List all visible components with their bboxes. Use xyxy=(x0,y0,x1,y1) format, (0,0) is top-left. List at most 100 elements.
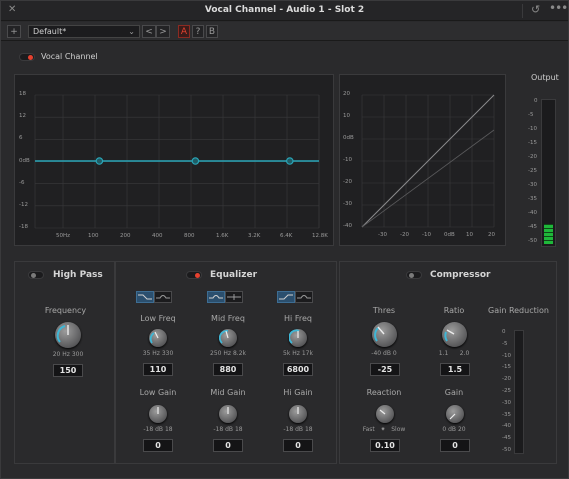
hi-bell-filter-button[interactable] xyxy=(295,291,313,303)
output-meter-tick: -40 xyxy=(528,210,537,216)
eq-y-tick: -18 xyxy=(19,224,28,230)
output-meter-tick: -15 xyxy=(528,140,537,146)
hi-gain-value[interactable]: 0 xyxy=(283,439,313,452)
compare-a-button[interactable]: A xyxy=(178,25,190,38)
ratio-range: 1.1 2.0 xyxy=(438,350,470,357)
frequency-range: 20 Hz 300 xyxy=(52,351,84,358)
low-freq-value[interactable]: 110 xyxy=(143,363,173,376)
high-pass-toggle[interactable] xyxy=(28,271,44,279)
equalizer-title: Equalizer xyxy=(210,270,258,280)
eq-x-tick: 50Hz xyxy=(56,233,71,239)
comp-x-tick: 0dB xyxy=(444,232,455,238)
gain-knob[interactable] xyxy=(446,405,464,423)
output-meter-tick: -10 xyxy=(528,126,537,132)
eq-y-tick: 0dB xyxy=(19,157,30,164)
prev-preset-button[interactable]: < xyxy=(142,25,156,38)
low-freq-knob[interactable] xyxy=(149,329,167,347)
frequency-value[interactable]: 150 xyxy=(53,364,83,377)
thres-label: Thres xyxy=(372,306,396,315)
preset-name: Default* xyxy=(33,27,67,36)
preset-dropdown[interactable]: Default* ⌄ xyxy=(28,25,140,38)
compare-b-button[interactable]: B xyxy=(206,25,218,38)
gain-reduction-tick: -30 xyxy=(502,399,511,406)
mid-bell-filter-button[interactable] xyxy=(207,291,225,303)
eq-x-tick: 3.2K xyxy=(248,233,261,239)
reaction-knob[interactable] xyxy=(376,405,394,423)
mid-freq-value[interactable]: 880 xyxy=(213,363,243,376)
low-bell-filter-button[interactable] xyxy=(154,291,172,303)
low-gain-range: -18 dB 18 xyxy=(143,426,173,433)
equalizer-toggle[interactable] xyxy=(186,271,202,279)
compressor-toggle[interactable] xyxy=(406,271,422,279)
gain-reduction-tick: -20 xyxy=(502,376,511,383)
gain-value[interactable]: 0 xyxy=(440,439,470,452)
eq-y-tick: -6 xyxy=(19,179,25,186)
thres-value[interactable]: -25 xyxy=(370,363,400,376)
gain-reduction-label: Gain Reduction xyxy=(488,306,549,315)
ratio-value[interactable]: 1.5 xyxy=(440,363,470,376)
hi-freq-knob[interactable] xyxy=(289,329,307,347)
gain-reduction-tick: -15 xyxy=(502,364,511,371)
gain-reduction-tick: -35 xyxy=(502,411,511,418)
gain-reduction-tick: -25 xyxy=(502,388,511,394)
mid-freq-knob[interactable] xyxy=(219,329,237,347)
eq-band-node[interactable] xyxy=(95,157,104,165)
eq-band-node[interactable] xyxy=(191,157,200,165)
output-meter-tick: -30 xyxy=(528,182,537,188)
compressor-graph-panel: 20 10 0dB -10 -20 -30 -40 -30 -20 -10 0dB 10 20 xyxy=(339,74,506,246)
mid-gain-label: Mid Gain xyxy=(210,388,246,397)
eq-y-tick: -12 xyxy=(19,201,28,208)
output-meter-level xyxy=(544,224,553,244)
output-meter-tick: -35 xyxy=(528,196,537,202)
ratio-knob[interactable] xyxy=(442,322,467,347)
chevron-down-icon: ⌄ xyxy=(128,27,135,36)
eq-x-tick: 400 xyxy=(152,233,163,239)
low-gain-value[interactable]: 0 xyxy=(143,439,173,452)
low-gain-knob[interactable] xyxy=(149,405,167,423)
copy-icon[interactable]: ? xyxy=(192,25,204,38)
output-meter-tick: -45 xyxy=(528,224,537,230)
output-meter-tick: -50 xyxy=(528,238,537,244)
reaction-label: Reaction xyxy=(366,388,402,397)
eq-x-tick: 100 xyxy=(88,233,99,239)
add-preset-button[interactable]: + xyxy=(7,25,21,38)
mid-notch-filter-button[interactable] xyxy=(225,291,243,303)
eq-band-node[interactable] xyxy=(285,157,294,165)
compressor-section: Compressor Thres -40 dB 0 -25 Ratio 1.1 … xyxy=(339,261,557,464)
eq-x-tick: 800 xyxy=(184,233,195,239)
comp-y-tick: -20 xyxy=(343,179,352,185)
title-divider xyxy=(522,4,523,18)
mid-freq-label: Mid Freq xyxy=(211,314,245,323)
output-meter-tick: -20 xyxy=(528,154,537,160)
output-label: Output xyxy=(531,73,559,82)
gain-reduction-tick: -45 xyxy=(502,435,511,442)
hi-shelf-filter-button[interactable] xyxy=(277,291,295,303)
comp-y-tick: -40 xyxy=(343,223,352,229)
mid-gain-knob[interactable] xyxy=(219,405,237,423)
thres-knob[interactable] xyxy=(372,322,397,347)
eq-x-tick: 12.8K xyxy=(312,233,328,239)
low-shelf-filter-button[interactable] xyxy=(136,291,154,303)
hi-freq-value[interactable]: 6800 xyxy=(283,363,313,376)
reset-icon[interactable]: ↺ xyxy=(531,3,540,16)
hi-freq-label: Hi Freq xyxy=(284,314,312,323)
comp-x-tick: -20 xyxy=(400,232,409,238)
mid-gain-value[interactable]: 0 xyxy=(213,439,243,452)
gain-reduction-tick: -10 xyxy=(502,352,511,359)
reaction-value[interactable]: 0.10 xyxy=(370,439,400,452)
eq-graph-panel: 18 12 6 0dB -6 -12 -18 50Hz 100 200 400 800 1.6K 3.2K… xyxy=(14,74,334,246)
frequency-knob[interactable] xyxy=(55,322,81,348)
more-options-icon[interactable]: ••• xyxy=(549,1,568,15)
gain-reduction-meter xyxy=(514,330,524,454)
eq-graph[interactable] xyxy=(15,75,335,247)
high-pass-title: High Pass xyxy=(53,270,103,280)
reaction-range: Fast ⁕ Slow xyxy=(362,426,406,433)
hi-gain-range: -18 dB 18 xyxy=(283,426,313,433)
comp-y-tick: 20 xyxy=(343,91,350,97)
plugin-power-toggle[interactable] xyxy=(19,53,35,61)
window-title: Vocal Channel - Audio 1 - Slot 2 xyxy=(204,5,365,15)
next-preset-button[interactable]: > xyxy=(156,25,170,38)
hi-gain-knob[interactable] xyxy=(289,405,307,423)
mid-gain-range: -18 dB 18 xyxy=(213,426,243,433)
hi-gain-label: Hi Gain xyxy=(283,388,313,397)
